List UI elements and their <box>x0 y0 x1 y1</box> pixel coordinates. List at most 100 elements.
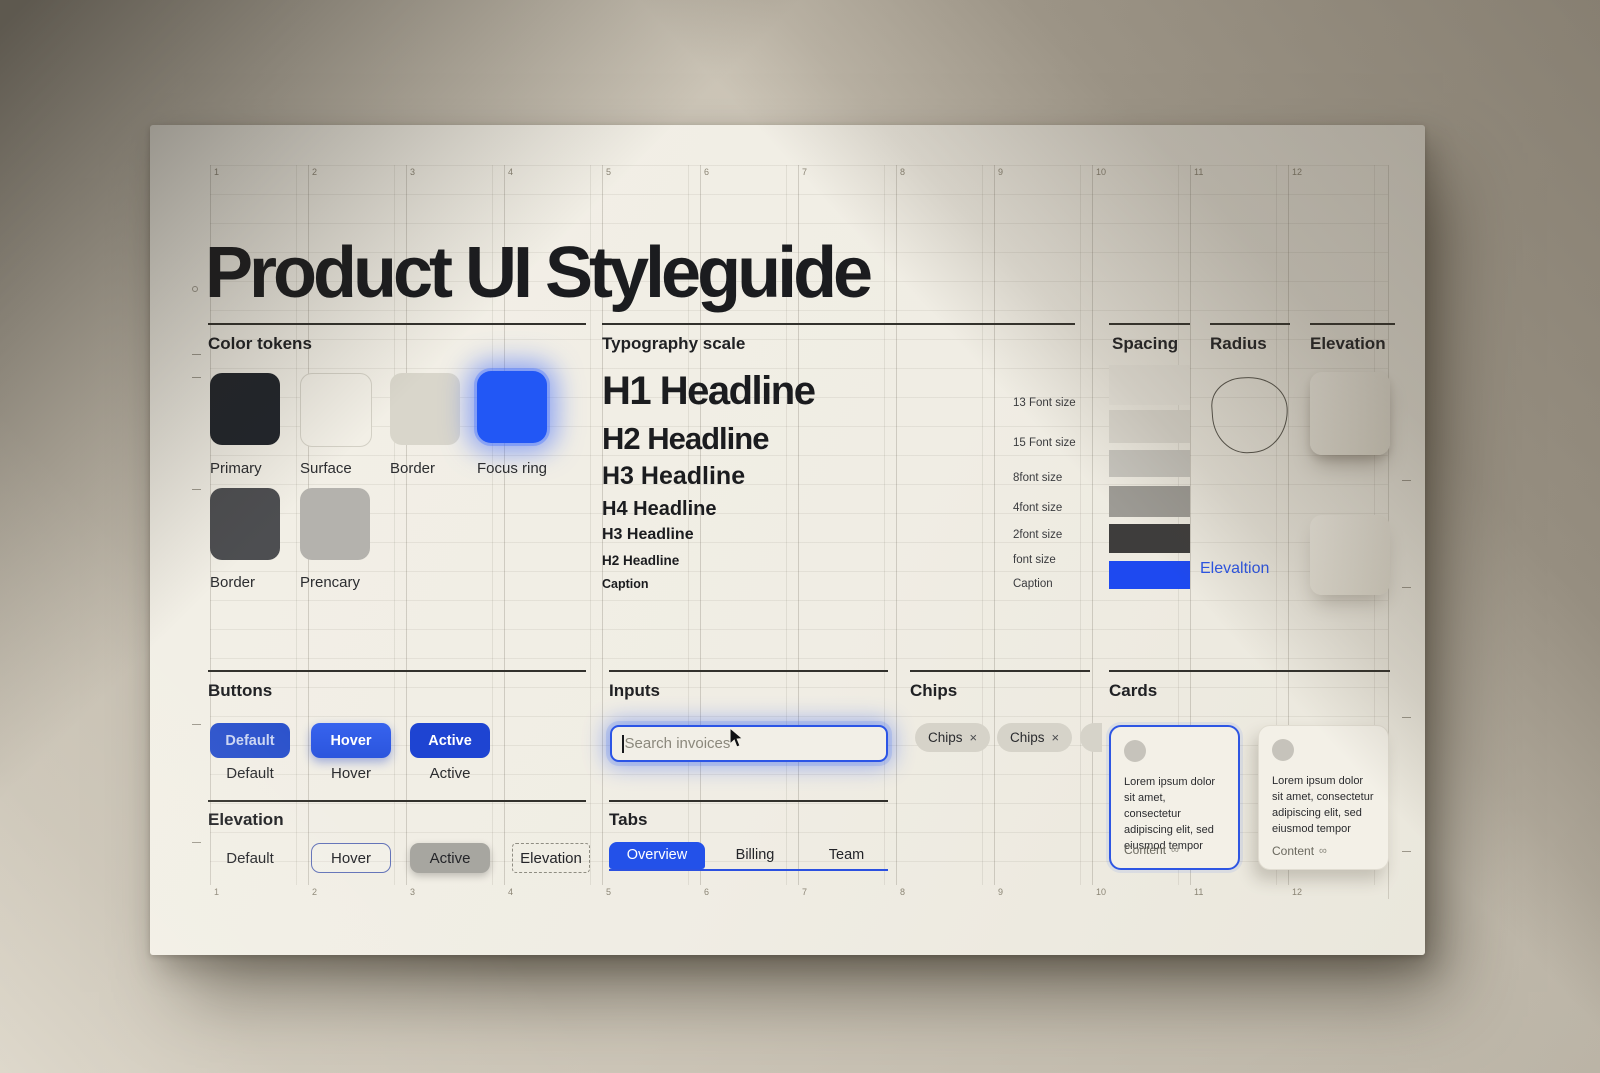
ruler-tick <box>192 286 198 292</box>
section-rule <box>1109 670 1390 672</box>
type-size-label: Caption <box>1013 579 1053 591</box>
swatch-border-dark <box>210 488 280 560</box>
swatch-label: Border <box>210 575 255 590</box>
swatch-label: Focus ring <box>477 461 547 476</box>
grid-column-number: 5 <box>606 888 611 897</box>
type-specimen-h4: H4 Headline <box>602 499 716 519</box>
grid-column-number: 3 <box>410 888 415 897</box>
card-body-text: Lorem ipsum dolor sit amet, consectetur … <box>1272 774 1375 838</box>
spacing-bar <box>1109 450 1190 477</box>
mouse-cursor-icon <box>728 727 744 754</box>
swatch-primary <box>210 373 280 445</box>
grid-column-number: 10 <box>1096 888 1106 897</box>
grid-column-number: 6 <box>704 168 709 177</box>
section-heading-elevation-states: Elevation <box>208 811 284 828</box>
tab-underline <box>609 869 888 871</box>
swatch-label: Border <box>390 461 435 476</box>
swatch-prencary <box>300 488 370 560</box>
styleguide-board: 112233445566778899101011111212 Product U… <box>150 125 1425 955</box>
grid-column-number: 4 <box>508 168 513 177</box>
swatch-border-light <box>390 373 460 445</box>
section-rule <box>1310 323 1395 325</box>
spacing-bar-accent <box>1109 561 1190 589</box>
swatch-label: Prencary <box>300 575 360 590</box>
swatch-focus-ring <box>477 371 547 443</box>
link-icon: ∞ <box>1171 844 1179 856</box>
button-default[interactable]: Default <box>210 723 290 758</box>
tab-billing[interactable]: Billing <box>705 842 805 869</box>
grid-column-number: 1 <box>214 888 219 897</box>
ghost-button-hover[interactable]: Hover <box>311 843 391 873</box>
type-size-label: 13 Font size <box>1013 398 1076 410</box>
tab-overview[interactable]: Overview <box>609 842 705 869</box>
grid-column-number: 9 <box>998 168 1003 177</box>
grid-column-number: 2 <box>312 888 317 897</box>
card-stacked[interactable]: Lorem ipsum dolor sit amet, consectetur … <box>1258 725 1389 870</box>
button-hover[interactable]: Hover <box>311 723 391 758</box>
elevation-card-specimen <box>1310 515 1390 595</box>
card-footer-label: Content <box>1272 844 1314 858</box>
spacing-bar <box>1109 486 1190 517</box>
swatch-surface <box>300 373 372 447</box>
ruler-tick <box>1402 851 1411 852</box>
button-state-caption: Hover <box>311 766 391 781</box>
grid-column-number: 3 <box>410 168 415 177</box>
grid-column-number: 11 <box>1194 888 1203 897</box>
button-active[interactable]: Active <box>410 723 490 758</box>
section-heading-tabs: Tabs <box>609 811 647 828</box>
card-footer-link[interactable]: Content ∞ <box>1272 844 1327 858</box>
type-specimen-h2: H2 Headline <box>602 423 768 454</box>
card-focused[interactable]: Lorem ipsum dolor sit amet, consectetur … <box>1109 725 1240 870</box>
grid-column: 99 <box>994 165 1081 885</box>
tab-team[interactable]: Team <box>805 842 888 869</box>
grid-column-number: 2 <box>312 168 317 177</box>
chip[interactable]: Chips × <box>915 723 990 752</box>
link-icon: ∞ <box>1319 845 1327 857</box>
ruler-tick <box>192 842 201 843</box>
card-footer-label: Content <box>1124 843 1166 857</box>
section-rule <box>1109 323 1190 325</box>
chip-label: Chips <box>1010 730 1045 745</box>
grid-column-number: 12 <box>1292 168 1302 177</box>
type-size-label: 8font size <box>1013 473 1062 485</box>
grid-column-number: 7 <box>802 168 807 177</box>
section-rule <box>910 670 1090 672</box>
chip-label: Chips <box>928 730 963 745</box>
search-input[interactable]: Search invoices <box>610 725 888 762</box>
ghost-button-default[interactable]: Default <box>210 843 290 873</box>
section-rule <box>609 670 888 672</box>
swatch-label: Surface <box>300 461 352 476</box>
ghost-button-elevation[interactable]: Elevation <box>512 843 590 873</box>
elevation-card-specimen <box>1310 372 1390 455</box>
section-heading-radius: Radius <box>1210 335 1267 352</box>
search-placeholder: Search invoices <box>625 736 731 751</box>
section-heading-color-tokens: Color tokens <box>208 335 312 352</box>
ruler-tick <box>1402 717 1411 718</box>
section-rule <box>602 323 1075 325</box>
chip-close-icon[interactable]: × <box>970 730 978 745</box>
spacing-bar <box>1109 410 1190 443</box>
section-heading-elevation-panel: Elevation <box>1310 335 1386 352</box>
chip-close-icon[interactable]: × <box>1052 730 1060 745</box>
spacing-bar <box>1109 524 1190 553</box>
type-size-label: 15 Font size <box>1013 438 1076 450</box>
avatar <box>1124 740 1146 762</box>
section-rule <box>1210 323 1290 325</box>
swatch-label: Primary <box>210 461 262 476</box>
type-specimen-h1: H1 Headline <box>602 371 814 411</box>
section-rule <box>208 670 586 672</box>
type-size-label: font size <box>1013 555 1056 567</box>
ghost-button-active[interactable]: Active <box>410 843 490 873</box>
button-state-caption: Default <box>210 766 290 781</box>
grid-column-number: 6 <box>704 888 709 897</box>
chip[interactable]: Chips × <box>997 723 1072 752</box>
type-size-label: 4font size <box>1013 503 1062 515</box>
page-title: Product UI Styleguide <box>205 237 869 309</box>
section-rule <box>208 323 586 325</box>
grid-column-number: 8 <box>900 888 905 897</box>
grid-column-number: 9 <box>998 888 1003 897</box>
card-footer-link[interactable]: Content ∞ <box>1124 843 1179 857</box>
section-heading-chips: Chips <box>910 682 957 699</box>
button-state-caption: Active <box>410 766 490 781</box>
grid-column-number: 5 <box>606 168 611 177</box>
